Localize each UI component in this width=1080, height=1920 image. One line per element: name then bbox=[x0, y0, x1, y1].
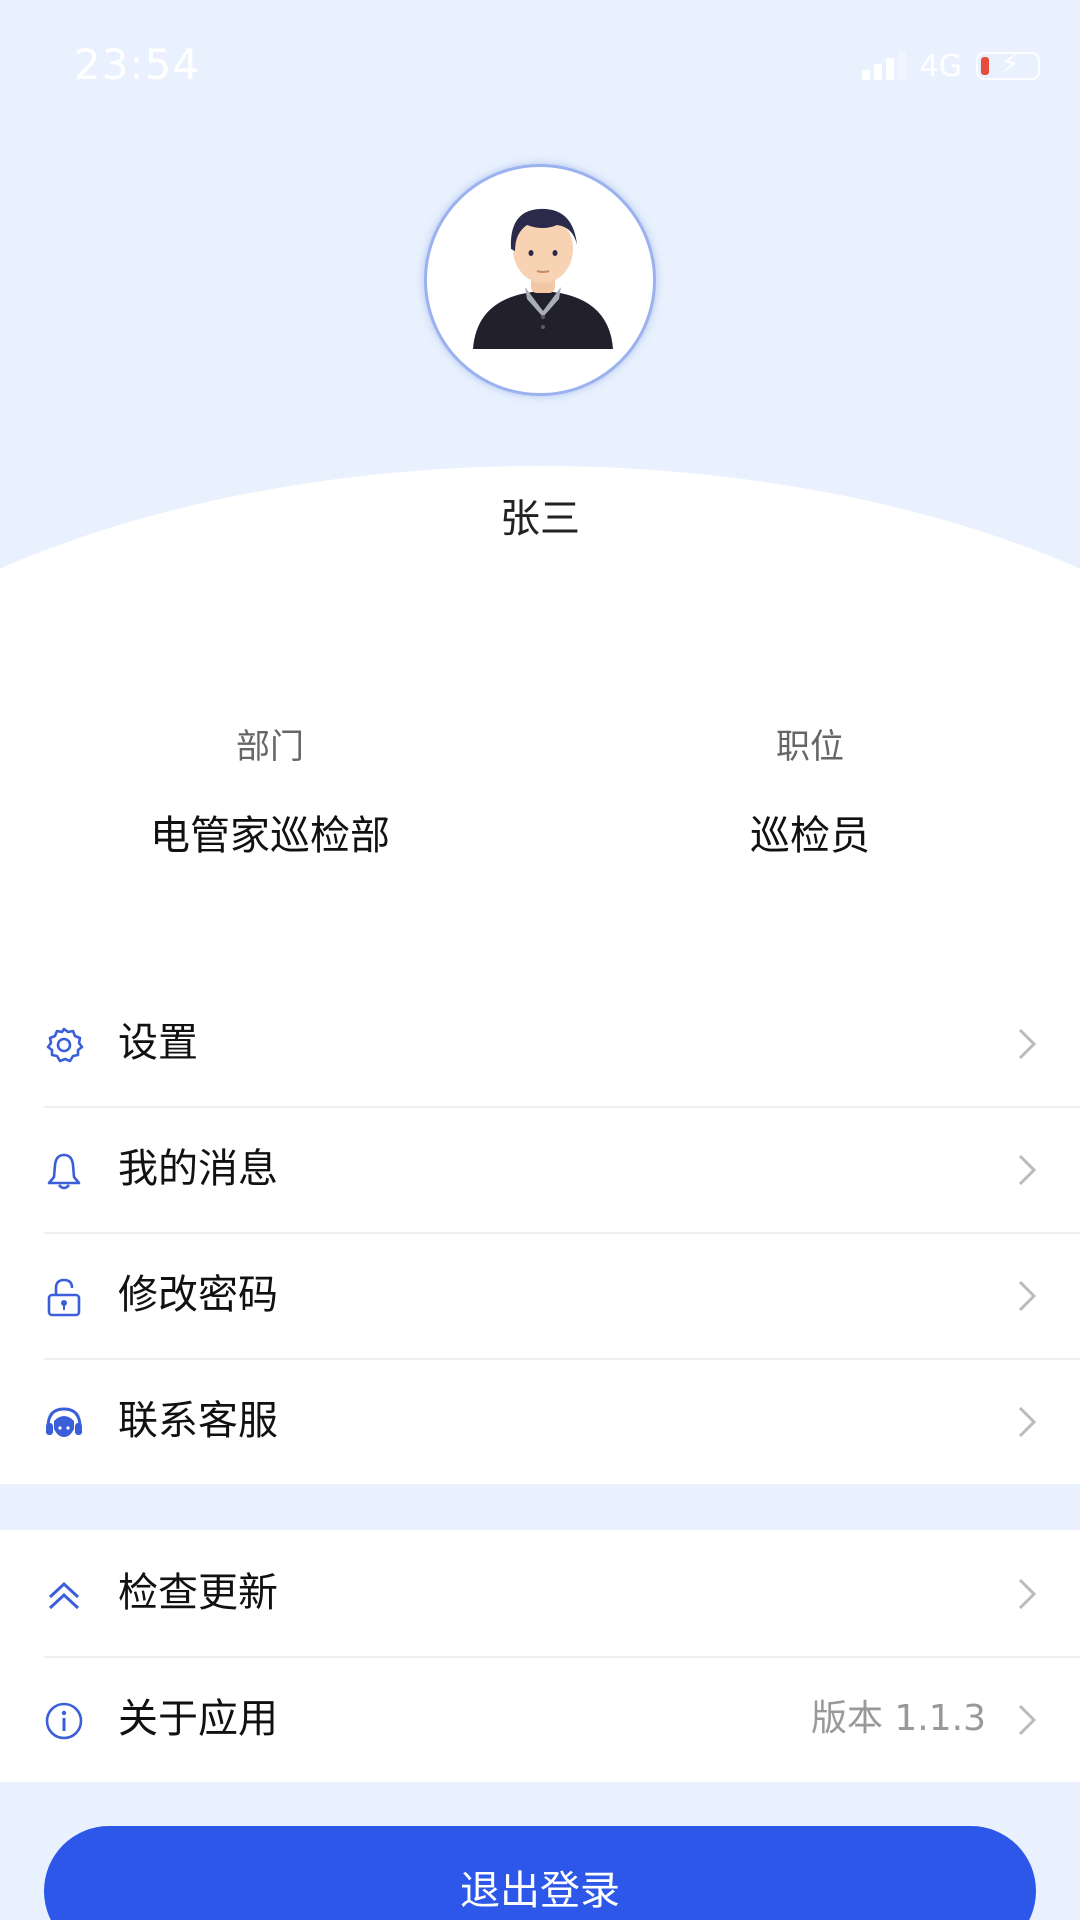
menu-item-check-update[interactable]: 检查更新 bbox=[0, 1530, 1080, 1656]
headset-icon bbox=[46, 1407, 82, 1437]
menu-item-label: 我的消息 bbox=[118, 1146, 278, 1192]
menu-group-account: 设置 我的消息 修改密码 联系客服 bbox=[0, 980, 1080, 1484]
menu-item-label: 联系客服 bbox=[118, 1398, 278, 1444]
chevron-right-icon bbox=[1018, 1704, 1037, 1736]
menu-item-messages[interactable]: 我的消息 bbox=[0, 1106, 1080, 1232]
status-bar: 23:54 4G ⚡ bbox=[0, 0, 1080, 132]
signal-icon bbox=[861, 52, 906, 80]
position-label: 职位 bbox=[776, 727, 844, 767]
bell-icon bbox=[47, 1153, 81, 1190]
chevron-right-icon bbox=[1018, 1578, 1037, 1610]
gear-icon bbox=[46, 1027, 84, 1063]
network-type: 4G bbox=[919, 48, 962, 84]
menu-item-label: 关于应用 bbox=[118, 1696, 278, 1742]
chevron-right-icon bbox=[1018, 1154, 1037, 1186]
position-value: 巡检员 bbox=[750, 813, 870, 859]
position-info: 职位 巡检员 bbox=[540, 722, 1080, 864]
battery-icon: ⚡ bbox=[976, 50, 1040, 80]
avatar[interactable] bbox=[424, 164, 656, 396]
profile-screen: 张三 部门 电管家巡检部 职位 巡检员 23:54 4G ⚡ 设置 我的消息 修… bbox=[0, 0, 1080, 1920]
chevron-right-icon bbox=[1018, 1028, 1037, 1060]
department-info: 部门 电管家巡检部 bbox=[0, 722, 540, 864]
chevron-right-icon bbox=[1018, 1406, 1037, 1438]
department-value: 电管家巡检部 bbox=[150, 813, 390, 859]
menu-item-label: 修改密码 bbox=[118, 1272, 278, 1318]
profile-header: 张三 部门 电管家巡检部 职位 巡检员 bbox=[0, 0, 1080, 1366]
status-time: 23:54 bbox=[74, 40, 201, 89]
status-indicators: 4G ⚡ bbox=[861, 48, 1040, 84]
chevron-right-icon bbox=[1018, 1280, 1037, 1312]
info-icon bbox=[45, 1702, 83, 1740]
user-avatar-illustration bbox=[473, 208, 613, 349]
unlock-icon bbox=[47, 1278, 81, 1317]
menu-item-settings[interactable]: 设置 bbox=[0, 980, 1080, 1106]
menu-item-about[interactable]: 关于应用 版本 1.1.3 bbox=[0, 1656, 1080, 1782]
user-name: 张三 bbox=[500, 496, 580, 542]
menu-item-label: 检查更新 bbox=[118, 1570, 278, 1616]
menu-group-app: 检查更新 关于应用 版本 1.1.3 bbox=[0, 1530, 1080, 1782]
double-chevron-up-icon bbox=[48, 1581, 80, 1610]
menu-item-change-password[interactable]: 修改密码 bbox=[0, 1232, 1080, 1358]
app-version: 版本 1.1.3 bbox=[810, 1698, 986, 1739]
menu-item-customer-service[interactable]: 联系客服 bbox=[0, 1358, 1080, 1484]
department-label: 部门 bbox=[236, 727, 304, 767]
menu-item-label: 设置 bbox=[118, 1020, 198, 1066]
logout-button[interactable]: 退出登录 bbox=[44, 1826, 1036, 1920]
